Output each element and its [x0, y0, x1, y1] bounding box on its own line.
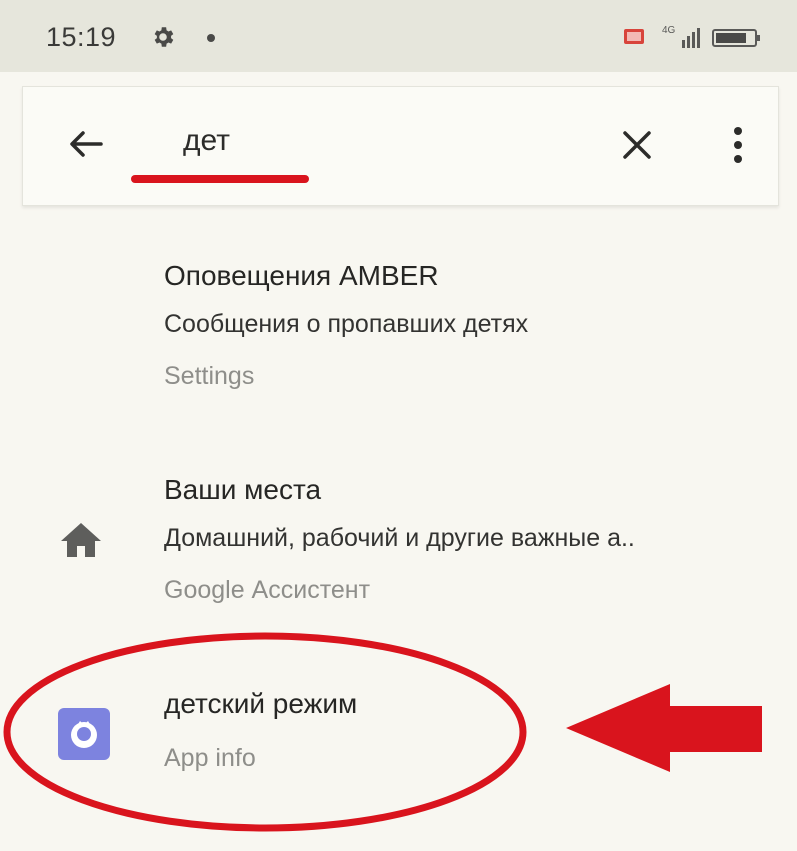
more-vert-icon[interactable]: [723, 123, 753, 167]
result-title: детский режим: [164, 688, 358, 719]
result-subtitle: Домашний, рабочий и другие важные а..: [164, 524, 635, 552]
search-bar: дет: [22, 86, 779, 206]
result-source: Settings: [164, 362, 255, 390]
result-title: Ваши места: [164, 474, 322, 505]
dot-icon: [207, 34, 215, 42]
result-title: Оповещения AMBER: [164, 260, 439, 291]
home-icon: [61, 523, 101, 557]
back-arrow-icon[interactable]: [63, 121, 109, 167]
result-kids-mode-app[interactable]: детский режим App info: [0, 668, 797, 808]
close-icon[interactable]: [617, 125, 657, 165]
app-icon: [58, 708, 110, 760]
result-source: App info: [164, 744, 256, 772]
gear-icon: [154, 27, 174, 47]
search-input[interactable]: дет: [183, 117, 543, 165]
result-your-places[interactable]: Ваши места Домашний, рабочий и другие ва…: [0, 452, 797, 622]
signal-icon: 4G: [662, 25, 700, 48]
result-subtitle: Сообщения о пропавших детях: [164, 310, 529, 338]
kids-mode-logo-icon: [71, 721, 97, 748]
result-amber-alerts[interactable]: Оповещения AMBER Сообщения о пропавших д…: [0, 240, 797, 410]
battery-icon: [712, 29, 760, 47]
search-query-annotation-underline: [131, 175, 309, 183]
cast-icon: [624, 29, 644, 44]
status-bar: 15:19 4G: [0, 0, 797, 72]
result-source: Google Ассистент: [164, 576, 371, 604]
network-label: 4G: [662, 25, 676, 36]
status-time: 15:19: [46, 22, 117, 52]
screen: 15:19 4G дет Оповещения AMBER Сообщения …: [0, 0, 797, 851]
